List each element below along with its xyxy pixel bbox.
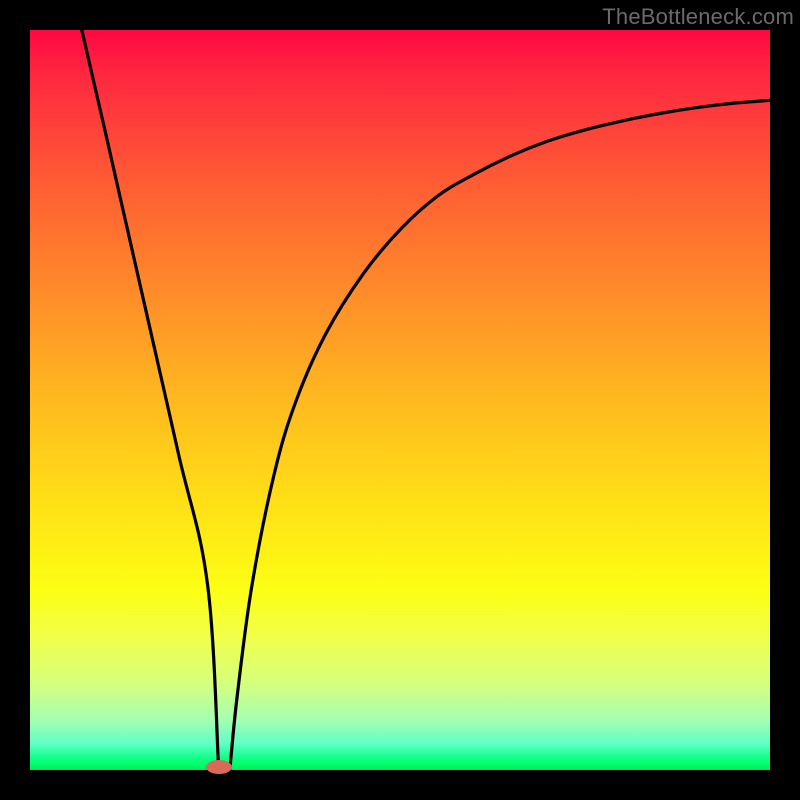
plot-area (30, 30, 770, 770)
watermark-text: TheBottleneck.com (602, 4, 794, 30)
chart-frame: TheBottleneck.com (0, 0, 800, 800)
curve-right-path (230, 100, 770, 770)
curve-left-path (82, 30, 219, 770)
curve-svg (30, 30, 770, 770)
minimum-marker (206, 760, 232, 774)
